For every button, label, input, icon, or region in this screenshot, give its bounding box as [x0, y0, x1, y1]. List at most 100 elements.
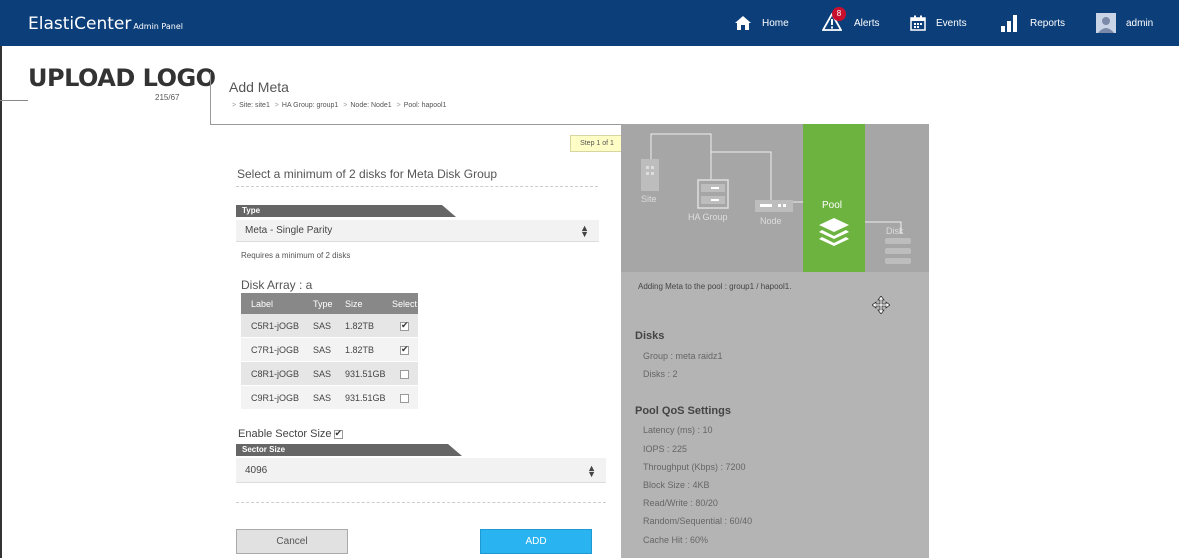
disk-type: SAS [303, 314, 335, 338]
nav-events[interactable]: Events [910, 10, 967, 36]
nav-home[interactable]: Home [734, 10, 789, 36]
breadcrumb-ha-group[interactable]: HA Group: group1 [282, 102, 338, 109]
disk-select-checkbox[interactable] [400, 393, 409, 403]
type-field-label: Type [236, 205, 456, 217]
add-button[interactable]: ADD [480, 529, 592, 554]
breadcrumb-chevron-icon: > [274, 102, 279, 109]
column-select: Select [391, 293, 418, 314]
select-arrows-icon: ▲ ▼ [580, 223, 589, 239]
disk-select-cell [391, 337, 418, 362]
disks-group: Group : meta raidz1 [643, 351, 723, 361]
page-title: Add Meta [229, 79, 289, 95]
breadcrumb-pool[interactable]: Pool: hapool1 [404, 102, 447, 109]
qos-read-write: Read/Write : 80/20 [643, 498, 718, 508]
disk-row[interactable]: C7R1-jOGB SAS 1.82TB [241, 337, 418, 362]
alert-count-badge: 8 [832, 6, 846, 21]
summary-panel: Site HA Group Node Pool Disk Adding Meta… [621, 124, 929, 558]
qos-block-size: Block Size : 4KB [643, 480, 710, 490]
hierarchy-diagram: Site HA Group Node Pool Disk [621, 124, 929, 272]
disk-select-cell [391, 314, 418, 338]
disk-size: 931.51GB [335, 361, 391, 386]
column-type: Type [303, 293, 335, 314]
nav-events-label: Events [936, 17, 967, 29]
disk-array-title: Disk Array : a [241, 278, 313, 292]
breadcrumb: > Site: site1 > HA Group: group1 > Node: No… [229, 102, 447, 109]
disks-section-title: Disks [635, 330, 665, 342]
disk-table: Label Type Size Select C5R1-jOGB SAS 1.82T… [241, 293, 418, 410]
diagram-site-label: Site [641, 194, 657, 204]
window-edge [0, 46, 2, 558]
disk-label: C9R1-jOGB [241, 385, 303, 410]
type-select[interactable]: Meta - Single Parity ▲ ▼ [236, 220, 599, 242]
site-building-icon [641, 159, 659, 191]
move-cursor-icon [872, 296, 890, 314]
brand-logo[interactable]: ElastiCenter Admin Panel [28, 14, 183, 34]
form-title: Select a minimum of 2 disks for Meta Dis… [237, 167, 498, 181]
nav-alerts-label: Alerts [854, 17, 880, 29]
disk-label: C5R1-jOGB [241, 314, 303, 338]
disks-count: Disks : 2 [643, 369, 678, 379]
diagram-ha-group-label: HA Group [688, 212, 728, 222]
breadcrumb-chevron-icon: > [232, 102, 237, 109]
logo-divider [0, 100, 28, 101]
bar-chart-icon [1001, 15, 1017, 32]
disk-select-cell [391, 361, 418, 386]
brand-subtitle: Admin Panel [133, 22, 183, 31]
disk-stack-icon [885, 238, 911, 264]
enable-sector-size-checkbox[interactable] [333, 428, 343, 439]
disk-type: SAS [303, 361, 335, 386]
qos-cache-hit: Cache Hit : 60% [643, 535, 709, 545]
upload-logo-placeholder[interactable]: UPLOAD LOGO [28, 64, 216, 92]
disk-size: 931.51GB [335, 385, 391, 410]
nav-user-label: admin [1126, 17, 1154, 29]
enable-sector-size-label: Enable Sector Size [238, 428, 332, 440]
form-divider [236, 186, 598, 187]
disk-size: 1.82TB [335, 314, 391, 338]
breadcrumb-chevron-icon: > [396, 102, 401, 109]
nav-user-menu[interactable]: admin [1096, 10, 1153, 36]
qos-iops: IOPS : 225 [643, 444, 688, 454]
column-label: Label [241, 293, 303, 314]
sector-size-value: 4096 [245, 464, 268, 476]
top-navigation-bar: ElastiCenter Admin Panel Home 8 Alerts Ev… [0, 0, 1179, 46]
column-size: Size [335, 293, 391, 314]
disk-row[interactable]: C9R1-jOGB SAS 931.51GB [241, 385, 418, 410]
diagram-disk-label: Disk [886, 226, 904, 236]
nav-home-label: Home [762, 17, 789, 29]
brand-name: ElastiCenter [28, 14, 132, 34]
disk-row[interactable]: C8R1-jOGB SAS 931.51GB [241, 361, 418, 386]
disk-type: SAS [303, 337, 335, 362]
ha-group-server-icon [697, 179, 729, 209]
breadcrumb-chevron-icon: > [343, 102, 348, 109]
logo-dimensions: 215/67 [155, 93, 180, 102]
cancel-button[interactable]: Cancel [236, 529, 348, 554]
diagram-node-label: Node [760, 216, 782, 226]
qos-throughput: Throughput (Kbps) : 7200 [643, 462, 746, 472]
nav-alerts[interactable]: 8 Alerts [821, 6, 880, 36]
form-divider [236, 502, 606, 503]
breadcrumb-node[interactable]: Node: Node1 [350, 102, 391, 109]
disk-label: C8R1-jOGB [241, 361, 303, 386]
qos-section-title: Pool QoS Settings [635, 405, 731, 417]
nav-reports[interactable]: Reports [1000, 10, 1065, 36]
disk-table-header: Label Type Size Select [241, 293, 418, 314]
breadcrumb-site[interactable]: Site: site1 [239, 102, 270, 109]
disk-select-checkbox[interactable] [400, 344, 409, 355]
calendar-icon [910, 15, 926, 31]
select-arrows-icon: ▲ ▼ [587, 463, 596, 479]
type-select-value: Meta - Single Parity [245, 225, 333, 236]
disk-row[interactable]: C5R1-jOGB SAS 1.82TB [241, 314, 418, 338]
sector-size-select[interactable]: 4096 ▲ ▼ [236, 458, 606, 483]
home-icon [735, 16, 751, 30]
step-indicator: Step 1 of 1 [570, 135, 624, 152]
disk-type: SAS [303, 385, 335, 410]
disk-size: 1.82TB [335, 337, 391, 362]
disk-select-checkbox[interactable] [400, 320, 409, 331]
hierarchy-connectors [650, 133, 902, 234]
disk-select-checkbox[interactable] [400, 369, 409, 379]
status-message: Adding Meta to the pool : group1 / hapoo… [638, 282, 792, 291]
node-server-icon [755, 200, 793, 212]
diagram-pool-label: Pool [822, 200, 843, 211]
enable-sector-size[interactable]: Enable Sector Size [238, 428, 343, 440]
nav-reports-label: Reports [1030, 17, 1066, 29]
